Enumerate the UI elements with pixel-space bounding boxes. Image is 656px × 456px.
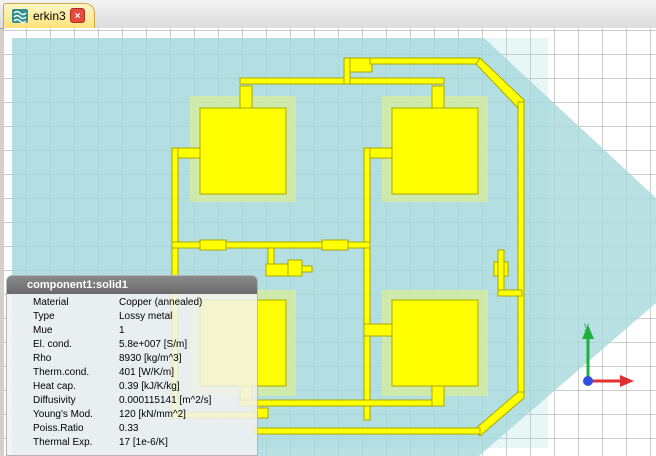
close-icon[interactable]: × — [70, 8, 85, 23]
property-row: Type Lossy metal — [7, 310, 257, 324]
property-name: Mue — [33, 325, 53, 336]
property-row: Diffusivity 0.000115141 [m^2/s] — [7, 394, 257, 408]
panel-title: component1:solid1 — [7, 276, 257, 294]
property-name: Material — [33, 297, 69, 308]
property-value: 0.000115141 [m^2/s] — [119, 395, 212, 406]
property-name: Rho — [33, 353, 52, 364]
property-row: Mue 1 — [7, 324, 257, 338]
material-properties-panel: component1:solid1 Material Copper (anneal… — [6, 275, 258, 456]
y-axis-label: y — [584, 321, 589, 332]
property-name: Diffusivity — [33, 395, 76, 406]
property-value: 0.39 [kJ/K/kg] — [119, 381, 180, 392]
patch-top-left — [199, 107, 287, 195]
property-value: 0.33 — [119, 423, 139, 434]
axis-triad: y z — [579, 321, 634, 390]
tab-erkin3[interactable]: erkin3 × — [3, 3, 95, 28]
property-name: El. cond. — [33, 339, 72, 350]
property-name: Poiss.Ratio — [33, 423, 84, 434]
patch-top-right — [391, 107, 479, 195]
properties-list: Material Copper (annealed) Type Lossy meta… — [7, 296, 257, 450]
property-row: Therm.cond. 401 [W/K/m] — [7, 366, 257, 380]
property-row: Young's Mod. 120 [kN/mm^2] — [7, 408, 257, 422]
property-row: Rho 8930 [kg/m^3] — [7, 352, 257, 366]
property-value: 1 — [119, 325, 125, 336]
property-row: Heat cap. 0.39 [kJ/K/kg] — [7, 380, 257, 394]
z-axis-label: z — [579, 380, 584, 390]
tab-bar: erkin3 × — [0, 0, 656, 29]
property-value: 5.8e+007 [S/m] — [119, 339, 188, 350]
property-value: 17 [1e-6/K] — [119, 437, 168, 448]
x-axis-arrow — [620, 375, 634, 387]
property-row: Material Copper (annealed) — [7, 296, 257, 310]
property-value: Copper (annealed) — [119, 297, 203, 308]
property-row: Thermal Exp. 17 [1e-6/K] — [7, 436, 257, 450]
property-value: Lossy metal — [119, 311, 173, 322]
property-row: Poiss.Ratio 0.33 — [7, 422, 257, 436]
property-name: Thermal Exp. — [33, 437, 93, 448]
patch-bottom-right — [391, 299, 479, 387]
property-name: Young's Mod. — [33, 409, 93, 420]
3d-viewport[interactable]: component1:solid1 Material Copper (anneal… — [4, 28, 656, 456]
property-value: 120 [kN/mm^2] — [119, 409, 186, 420]
property-value: 8930 [kg/m^3] — [119, 353, 182, 364]
property-name: Therm.cond. — [33, 367, 90, 378]
z-axis — [583, 376, 593, 386]
property-value: 401 [W/K/m] — [119, 367, 175, 378]
property-name: Heat cap. — [33, 381, 76, 392]
tab-label: erkin3 — [33, 9, 66, 23]
property-name: Type — [33, 311, 55, 322]
mesh-icon — [12, 9, 28, 24]
property-row: El. cond. 5.8e+007 [S/m] — [7, 338, 257, 352]
